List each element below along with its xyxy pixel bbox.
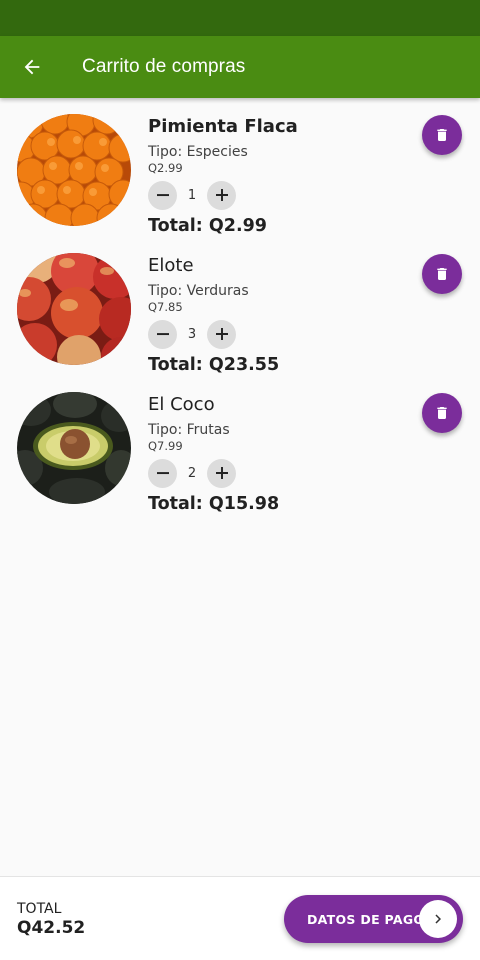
item-total: Total: Q2.99	[148, 216, 267, 236]
product-unit-price: Q7.85	[148, 300, 183, 314]
product-name: El Coco	[148, 394, 215, 415]
page-title: Carrito de compras	[82, 56, 246, 77]
product-type: Tipo: Frutas	[148, 422, 230, 438]
payment-details-button[interactable]: DATOS DE PAGO	[284, 895, 463, 943]
product-unit-price: Q2.99	[148, 161, 183, 175]
item-total: Total: Q23.55	[148, 355, 280, 375]
increase-button[interactable]	[207, 319, 236, 349]
delete-button[interactable]	[422, 115, 462, 155]
cart-total-label: TOTAL	[17, 901, 62, 917]
cart-total-value: Q42.52	[17, 918, 86, 938]
app-bar: Carrito de compras	[0, 36, 480, 98]
trash-icon	[437, 407, 447, 419]
minus-icon	[156, 333, 169, 336]
quantity-stepper: 1	[148, 180, 236, 210]
plus-icon	[215, 328, 228, 340]
product-image-apples	[17, 253, 131, 365]
quantity-value: 1	[187, 187, 197, 203]
delete-button[interactable]	[422, 254, 462, 294]
chevron-right-icon	[419, 900, 457, 938]
increase-button[interactable]	[207, 180, 236, 210]
minus-icon	[156, 194, 169, 197]
quantity-stepper: 3	[148, 319, 236, 349]
product-type: Tipo: Verduras	[148, 283, 249, 299]
increase-button[interactable]	[207, 458, 236, 488]
decrease-button[interactable]	[148, 458, 177, 488]
trash-icon	[437, 129, 447, 141]
arrow-left-icon	[24, 59, 40, 75]
plus-icon	[215, 467, 228, 479]
trash-icon	[437, 268, 447, 280]
product-name: Elote	[148, 255, 194, 276]
item-total: Total: Q15.98	[148, 494, 280, 514]
delete-button[interactable]	[422, 393, 462, 433]
cart-item: Pimienta Flaca Tipo: Especies Q2.99 1 To…	[0, 98, 480, 237]
checkout-bar: TOTAL Q42.52 DATOS DE PAGO	[0, 876, 480, 960]
product-image-avocados	[17, 392, 131, 504]
decrease-button[interactable]	[148, 319, 177, 349]
cart-item: El Coco Tipo: Frutas Q7.99 2 Total: Q15.…	[0, 376, 480, 515]
plus-icon	[215, 189, 228, 201]
minus-icon	[156, 472, 169, 475]
status-bar	[0, 0, 480, 36]
product-name: Pimienta Flaca	[148, 116, 298, 137]
quantity-value: 2	[187, 465, 197, 481]
decrease-button[interactable]	[148, 180, 177, 210]
cart-item: Elote Tipo: Verduras Q7.85 3 Total: Q23.…	[0, 237, 480, 376]
product-unit-price: Q7.99	[148, 439, 183, 453]
quantity-stepper: 2	[148, 458, 236, 488]
product-type: Tipo: Especies	[148, 144, 248, 160]
back-button[interactable]	[0, 36, 64, 98]
product-image-oranges	[17, 114, 131, 226]
quantity-value: 3	[187, 326, 197, 342]
cart-list: Pimienta Flaca Tipo: Especies Q2.99 1 To…	[0, 98, 480, 515]
payment-details-label: DATOS DE PAGO	[307, 911, 425, 927]
